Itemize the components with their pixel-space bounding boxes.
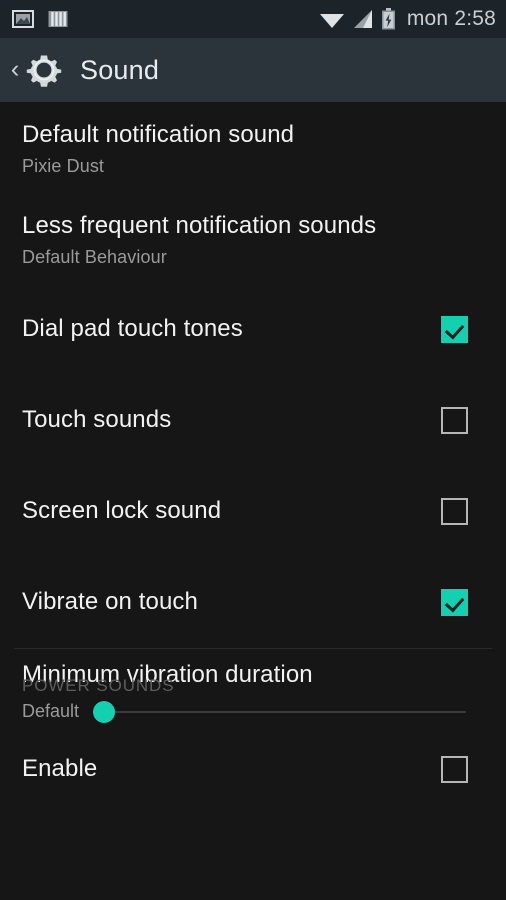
cellular-signal-icon [352,9,374,29]
slider-track [104,710,466,713]
setting-row-vibrate-on-touch[interactable]: Vibrate on touch [0,557,506,648]
slider-thumb[interactable] [93,700,116,723]
slider-value-label: Default [22,701,80,722]
status-bar-right-icons: mon 2:58 [319,7,496,31]
photo-icon [12,9,34,29]
status-bar-clock: mon 2:58 [406,7,496,30]
setting-row-default-notification-sound[interactable]: Default notification sound Pixie Dust [0,102,506,193]
setting-summary: Default Behaviour [22,246,167,267]
phone-screen: mon 2:58 ‹ Sound Default notification so… [0,0,506,900]
page-title: Sound [80,54,160,85]
checkbox-touch-sounds[interactable] [441,407,468,434]
action-bar[interactable]: ‹ Sound [0,38,506,102]
wifi-icon [319,9,345,29]
checkbox-power-sounds-enable[interactable] [441,756,468,783]
setting-row-screen-lock-sound[interactable]: Screen lock sound [0,466,506,557]
setting-title: Screen lock sound [22,497,222,525]
setting-title: Touch sounds [22,406,172,434]
bars-icon [48,9,68,29]
status-bar-left-icons [12,9,68,29]
vibration-duration-slider[interactable] [93,700,484,723]
setting-row-dial-pad-touch-tones[interactable]: Dial pad touch tones [0,284,506,375]
setting-row-less-frequent-notification-sounds[interactable]: Less frequent notification sounds Defaul… [0,193,506,284]
setting-title: Vibrate on touch [22,588,198,616]
checkbox-dial-pad-touch-tones[interactable] [441,316,468,343]
setting-row-power-sounds-enable[interactable]: Enable [0,724,506,815]
settings-gear-icon [22,48,66,92]
vibration-duration-slider-row: Default [22,700,484,723]
checkbox-screen-lock-sound[interactable] [441,498,468,525]
setting-row-touch-sounds[interactable]: Touch sounds [0,375,506,466]
setting-title: Less frequent notification sounds [22,212,377,239]
checkbox-vibrate-on-touch[interactable] [441,589,468,616]
setting-title: Dial pad touch tones [22,315,243,343]
battery-charging-icon [381,8,396,30]
setting-title: Enable [22,755,98,783]
settings-list: Default notification sound Pixie Dust Le… [0,102,506,900]
status-bar: mon 2:58 [0,0,506,38]
setting-summary: Pixie Dust [22,155,105,176]
setting-title: Default notification sound [22,121,295,148]
